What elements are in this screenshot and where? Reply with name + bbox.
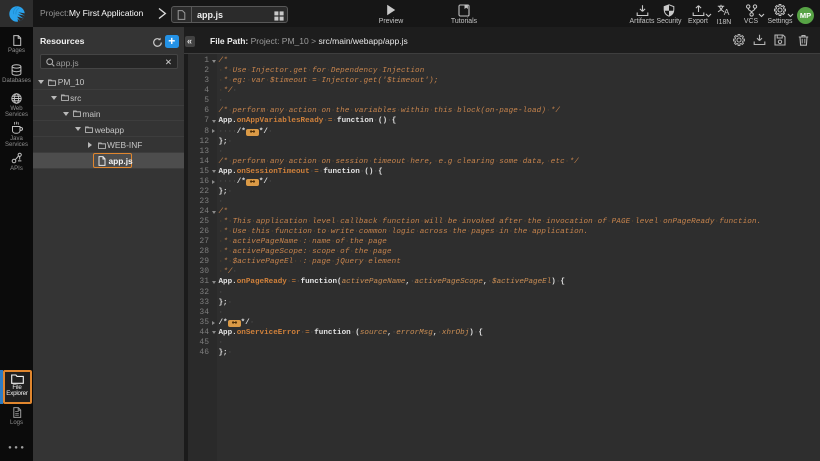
svg-text:A: A [724, 7, 730, 16]
